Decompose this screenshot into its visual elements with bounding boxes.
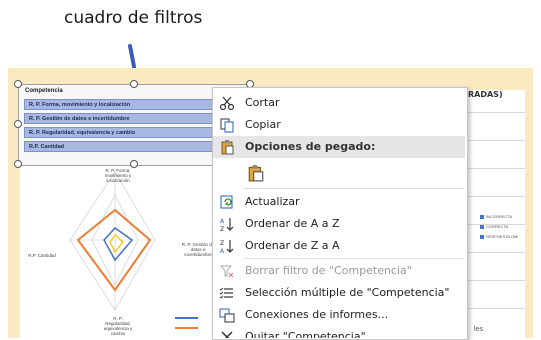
legend-swatch-icon [480,224,484,229]
slicer-item[interactable]: R. P. Forma, movimiento y localización [24,99,244,110]
sort-az-icon: AZ [220,218,234,232]
menu-label: Ordenar de Z a A [245,239,340,252]
resize-handle[interactable] [130,80,138,88]
gridline [465,168,525,169]
menu-item-ordenar-za[interactable]: ZA Ordenar de Z a A [213,235,465,257]
annotation-label: cuadro de filtros [64,8,203,28]
resize-handle[interactable] [130,160,138,168]
menu-item-quitar[interactable]: Quitar "Competencia" [213,326,465,338]
multiselect-icon [219,287,233,299]
paste-option-icon [248,165,264,182]
sort-za-icon: ZA [220,240,234,254]
legend-item: RESPUESTA OMI [480,234,518,239]
slicer-item[interactable]: R.P. Cantidad [24,141,244,152]
menu-separator [243,188,465,189]
legend-item: CORRECTA [480,224,508,229]
menu-label: Borrar filtro de "Competencia" [245,264,412,277]
gridline [465,196,525,197]
svg-text:A: A [220,248,225,254]
resize-handle[interactable] [14,160,22,168]
menu-item-borrar-filtro[interactable]: Borrar filtro de "Competencia" [213,260,465,282]
menu-label: Cortar [245,96,280,109]
menu-item-copiar[interactable]: Copiar [213,114,465,136]
menu-item-actualizar[interactable]: Actualizar [213,191,465,213]
gridline [465,280,525,281]
svg-text:Z: Z [220,226,224,232]
copy-icon [220,118,234,133]
menu-item-ordenar-az[interactable]: AZ Ordenar de A a Z [213,213,465,235]
menu-item-cortar[interactable]: Cortar [213,92,465,114]
menu-item-conexiones[interactable]: Conexiones de informes... [213,304,465,326]
slicer-item[interactable]: R. P. Gestión de datos e incertidumbre [24,113,244,124]
gridline [465,252,525,253]
menu-header-paste-options: Opciones de pegado: [213,136,465,158]
gridline [465,112,525,113]
chart-title-fragment: RADAS) [468,90,503,99]
menu-label: Quitar "Competencia" [245,330,366,338]
remove-icon [221,331,233,338]
svg-text:Z: Z [220,240,224,247]
svg-text:A: A [220,218,225,225]
menu-item-seleccion-multiple[interactable]: Selección múltiple de "Competencia" [213,282,465,304]
clear-filter-icon [219,265,234,278]
radar-label-left: R.P. Cantidad [28,253,56,258]
slicer-title: Competencia [25,88,63,94]
menu-separator [243,258,465,259]
context-menu: Cortar Copiar Opciones de pegado: Actual… [212,87,468,340]
radar-label-top: R. P. Forma, movimiento y localización [104,168,132,183]
gridline [465,140,525,141]
radar-label-bottom: R. P. Regularidad, equivalencia y cambio [103,316,133,336]
resize-handle[interactable] [14,120,22,128]
menu-label: Selección múltiple de "Competencia" [245,286,450,299]
menu-label: Actualizar [245,195,300,208]
slicer-item[interactable]: R. P. Regularidad, equivalencia y cambio [24,127,244,138]
legend-item: INCORRECTA [480,214,512,219]
menu-item-paste-option[interactable] [213,160,465,186]
paste-icon [221,140,234,155]
scissors-icon [219,96,235,111]
resize-handle[interactable] [14,80,22,88]
gridline [465,308,525,309]
legend-swatch-icon [480,214,484,219]
bottom-fragment: les [474,326,483,333]
menu-label: Copiar [245,118,281,131]
radar-label-right: R. P. Gestión de datos e incertidumbre [181,242,215,257]
menu-label: Conexiones de informes... [245,308,389,321]
refresh-icon [220,195,233,209]
report-connections-icon [219,308,235,323]
legend-swatch-icon [480,234,484,239]
menu-label: Ordenar de A a Z [245,217,340,230]
menu-label: Opciones de pegado: [245,140,376,153]
